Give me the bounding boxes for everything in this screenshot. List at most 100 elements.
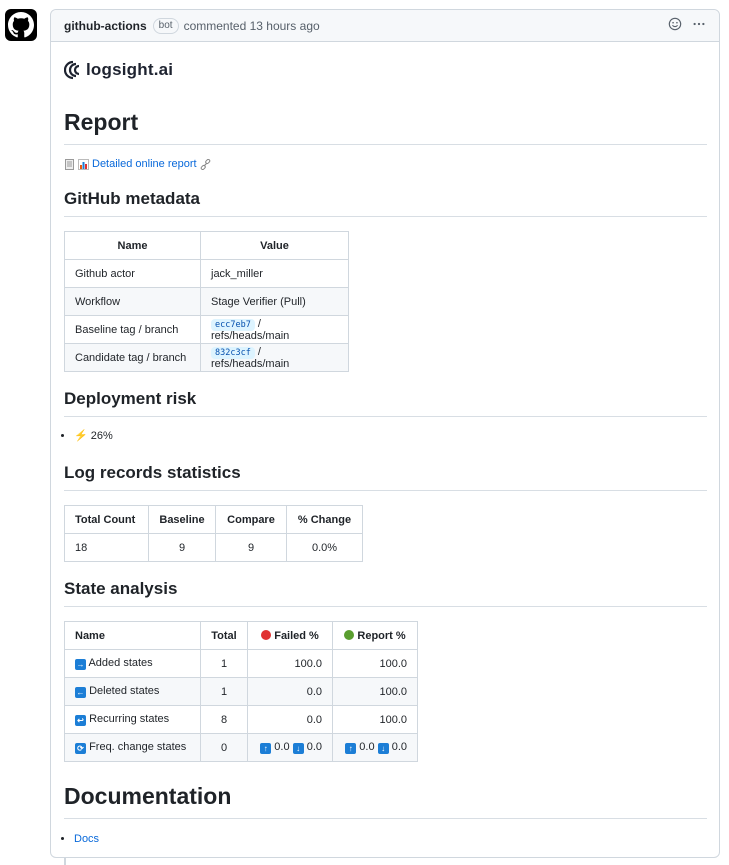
- failed-up-value: 0.0: [274, 741, 290, 753]
- left-arrow-icon: ←: [75, 687, 86, 698]
- state-analysis-table: Name Total Failed % Report % → Added sta…: [64, 621, 418, 762]
- cell-failed: 100.0: [247, 649, 333, 678]
- up-arrow-icon: ↑: [260, 743, 272, 754]
- column-header: Failed %: [247, 621, 333, 650]
- cell-report: ↑ 0.0 ↓ 0.0: [332, 733, 418, 762]
- list-item: ⚡ 26%: [74, 429, 707, 442]
- table-row: ← Deleted states 1 0.0 100.0: [64, 677, 418, 706]
- github-icon: [8, 12, 34, 38]
- documentation-list: Docs: [64, 833, 707, 845]
- table-row: Workflow Stage Verifier (Pull): [64, 287, 349, 316]
- cell-name: → Added states: [64, 649, 201, 678]
- github-actions-avatar[interactable]: [5, 9, 37, 41]
- detailed-report-link[interactable]: Detailed online report: [92, 158, 197, 170]
- cell-name: Github actor: [64, 259, 201, 288]
- cell-name: Workflow: [64, 287, 201, 316]
- page-icon: [65, 158, 74, 170]
- cell-total-count: 18: [64, 533, 149, 562]
- failed-down-value: 0.0: [306, 741, 322, 753]
- cell-report: 100.0: [332, 705, 418, 734]
- failed-header-label: Failed %: [274, 629, 319, 642]
- cell-name: Candidate tag / branch: [64, 343, 201, 372]
- cell-name: ← Deleted states: [64, 677, 201, 706]
- table-header-row: Total Count Baseline Compare % Change: [64, 505, 363, 534]
- cell-value: Stage Verifier (Pull): [200, 287, 349, 316]
- docs-link[interactable]: Docs: [74, 833, 99, 845]
- table-row: Candidate tag / branch 832c3cf / refs/he…: [64, 343, 349, 372]
- cell-baseline: 9: [148, 533, 216, 562]
- column-header: Compare: [215, 505, 287, 534]
- cell-total: 1: [200, 649, 248, 678]
- table-row: ⟳ Freq. change states 0 ↑ 0.0 ↓ 0.0 ↑ 0.…: [64, 733, 418, 762]
- column-header: Baseline: [148, 505, 216, 534]
- green-circle-icon: [344, 629, 355, 640]
- table-row: Baseline tag / branch ecc7eb7 / refs/hea…: [64, 315, 349, 344]
- comment-timestamp[interactable]: commented 13 hours ago: [184, 19, 320, 33]
- smiley-icon: [668, 17, 682, 31]
- cell-name: Baseline tag / branch: [64, 315, 201, 344]
- column-header: Name: [64, 621, 201, 650]
- state-name: Freq. change states: [89, 741, 187, 753]
- cell-failed: 0.0: [247, 705, 333, 734]
- table-row: → Added states 1 100.0 100.0: [64, 649, 418, 678]
- up-arrow-icon: ↑: [345, 743, 357, 754]
- cell-total: 8: [200, 705, 248, 734]
- table-header-row: Name Total Failed % Report %: [64, 621, 418, 650]
- log-stats-heading: Log records statistics: [64, 463, 707, 491]
- state-name: Recurring states: [89, 713, 170, 725]
- deployment-risk-heading: Deployment risk: [64, 389, 707, 417]
- table-header-row: Name Value: [64, 231, 349, 260]
- github-metadata-table: Name Value Github actor jack_miller Work…: [64, 231, 349, 372]
- right-arrow-icon: →: [75, 659, 86, 670]
- column-header: Total: [200, 621, 248, 650]
- cell-compare: 9: [215, 533, 287, 562]
- logo-text: logsight.ai: [86, 60, 174, 79]
- cell-value: ecc7eb7 / refs/heads/main: [200, 315, 349, 344]
- state-analysis-heading: State analysis: [64, 579, 707, 607]
- column-header: % Change: [286, 505, 363, 534]
- table-row: 18 9 9 0.0%: [64, 533, 363, 562]
- list-item: Docs: [74, 833, 707, 845]
- cell-report: 100.0: [332, 649, 418, 678]
- down-arrow-icon: ↓: [377, 743, 389, 754]
- bar-chart-icon: [78, 158, 89, 170]
- table-row: Github actor jack_miller: [64, 259, 349, 288]
- return-arrow-icon: ↩: [75, 715, 86, 726]
- add-reaction-button[interactable]: [668, 17, 682, 34]
- state-name: Deleted states: [89, 685, 160, 697]
- column-header: Total Count: [64, 505, 149, 534]
- cell-failed: 0.0: [247, 677, 333, 706]
- table-row: ↩ Recurring states 8 0.0 100.0: [64, 705, 418, 734]
- cell-name: ↩ Recurring states: [64, 705, 201, 734]
- cell-value: 832c3cf / refs/heads/main: [200, 343, 349, 372]
- lightning-icon: ⚡: [74, 430, 88, 442]
- deployment-risk-value: 26%: [90, 430, 113, 442]
- bot-badge: bot: [152, 17, 179, 34]
- column-header: Name: [64, 231, 201, 260]
- cell-report: 100.0: [332, 677, 418, 706]
- report-down-value: 0.0: [391, 741, 407, 753]
- report-link-row: Detailed online report: [64, 158, 707, 170]
- cycle-arrows-icon: ⟳: [75, 743, 86, 754]
- state-name: Added states: [88, 657, 153, 669]
- documentation-heading: Documentation: [64, 783, 707, 819]
- cell-change: 0.0%: [286, 533, 363, 562]
- kebab-horizontal-icon: [693, 22, 705, 26]
- report-up-value: 0.0: [359, 741, 375, 753]
- comment-header: github-actions bot commented 13 hours ag…: [51, 10, 719, 42]
- more-options-button[interactable]: [692, 17, 706, 34]
- red-circle-icon: [261, 629, 272, 640]
- deployment-risk-list: ⚡ 26%: [64, 429, 707, 442]
- report-header-label: Report %: [357, 629, 406, 642]
- logsight-logo: logsight.ai: [64, 59, 707, 81]
- column-header: Value: [200, 231, 349, 260]
- column-header: Report %: [332, 621, 418, 650]
- cell-name: ⟳ Freq. change states: [64, 733, 201, 762]
- github-metadata-heading: GitHub metadata: [64, 189, 707, 217]
- logsight-mark-icon: [64, 60, 80, 80]
- cell-failed: ↑ 0.0 ↓ 0.0: [247, 733, 333, 762]
- author-link[interactable]: github-actions: [64, 19, 147, 33]
- log-stats-table: Total Count Baseline Compare % Change 18…: [64, 505, 363, 562]
- cell-total: 0: [200, 733, 248, 762]
- comment-body: logsight.ai Report Detailed online repor…: [51, 59, 719, 845]
